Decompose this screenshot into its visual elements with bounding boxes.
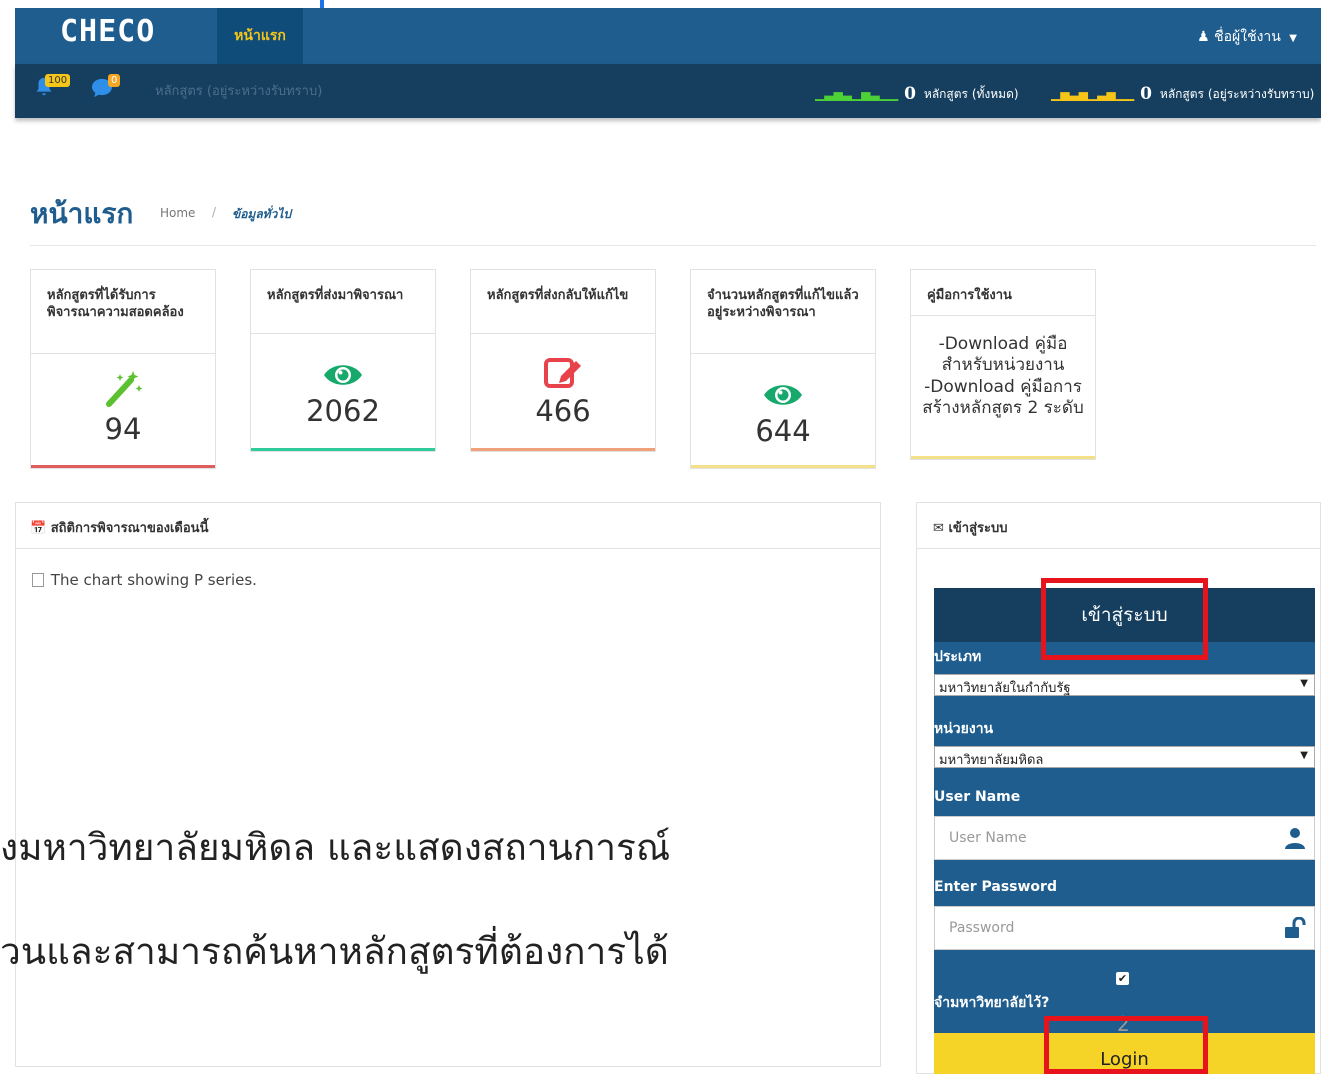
card-revised-courses[interactable]: จำนวนหลักสูตรที่แก้ไขแล้วอยู่ระหว่างพิจา… — [690, 269, 876, 469]
divider — [30, 245, 1316, 246]
caret-down-icon: ▼ — [1300, 678, 1308, 689]
caret-down-icon: ▼ — [1300, 750, 1308, 761]
overlay-caption-line-2: วนและสามารถค้นหาหลักสูตรที่ต้องการได้ — [0, 930, 669, 973]
remember-checkbox[interactable]: ✔ — [1116, 972, 1129, 985]
type-select-value: มหาวิทยาลัยในกำกับรัฐ — [939, 681, 1071, 696]
broken-image-alt: The chart showing P series. — [50, 571, 257, 589]
bar-chart-icon: ▁▅▃▅▁▃▅▁▁ — [1051, 87, 1135, 101]
stat-pending-label: หลักสูตร (อยู่ระหว่างรับทราบ) — [1159, 86, 1315, 101]
unit-select-value: มหาวิทยาลัยมหิดล — [939, 753, 1044, 768]
card-title: หลักสูตรที่ส่งกลับให้แก้ไข — [471, 270, 655, 334]
caret-down-icon: ▼ — [1289, 33, 1297, 44]
panel-title: เข้าสู่ระบบ — [948, 521, 1008, 536]
top-navbar: CHECO หน้าแรก ♟ ชื่อผู้ใช้งาน ▼ — [15, 8, 1321, 64]
unit-select[interactable]: มหาวิทยาลัยมหิดล ▼ — [934, 746, 1315, 768]
card-value: 94 — [104, 412, 142, 446]
card-value: 2062 — [306, 394, 380, 428]
panel-header: 📅 สถิติการพิจารณาของเดือนนี้ — [16, 503, 880, 549]
password-input[interactable]: Password — [934, 906, 1315, 950]
password-label: Enter Password — [934, 879, 1057, 895]
username-label: User Name — [934, 789, 1021, 805]
type-select[interactable]: มหาวิทยาลัยในกำกับรัฐ ▼ — [934, 674, 1315, 696]
user-icon — [1285, 828, 1305, 849]
top-edge-marker — [320, 0, 324, 8]
card-submitted-courses[interactable]: หลักสูตรที่ส่งมาพิจารณา 2062 — [250, 269, 436, 452]
stat-pending-value: 0 — [1140, 84, 1152, 104]
breadcrumb-separator: / — [212, 205, 217, 219]
broken-chart-image: The chart showing P series. — [32, 571, 257, 589]
stat-pending-courses: ▁▅▃▅▁▃▅▁▁ 0 หลักสูตร (อยู่ระหว่างรับทราบ… — [1051, 84, 1314, 104]
stat-all-courses: ▁▃▅▃▁▅▃▁▁ 0 หลักสูตร (ทั้งหมด) — [815, 84, 1019, 104]
breadcrumb-home[interactable]: Home — [160, 206, 195, 220]
magic-wand-icon — [106, 371, 143, 407]
card-user-manual: คู่มือการใช้งาน -Download คู่มือสำหรับหน… — [910, 269, 1096, 460]
unlock-icon — [1285, 917, 1306, 938]
unit-label: หน่วยงาน — [934, 721, 994, 737]
page-title: หน้าแรก — [30, 197, 134, 230]
logo[interactable]: CHECO — [60, 14, 155, 49]
broken-image-icon — [32, 573, 44, 587]
app-root: CHECO หน้าแรก ♟ ชื่อผู้ใช้งาน ▼ 100 0 หล… — [0, 0, 1321, 1074]
card-value: 644 — [755, 414, 811, 448]
manual-download-link-unit[interactable]: -Download คู่มือสำหรับหน่วยงาน — [921, 334, 1085, 377]
user-menu[interactable]: ♟ ชื่อผู้ใช้งาน ▼ — [1197, 26, 1297, 48]
type-label: ประเภท — [934, 649, 982, 665]
card-title: คู่มือการใช้งาน — [911, 270, 1095, 316]
eye-icon — [324, 365, 362, 385]
edit-icon — [544, 358, 581, 388]
user-menu-label: ชื่อผู้ใช้งาน — [1214, 29, 1281, 45]
stat-all-value: 0 — [904, 84, 916, 104]
calendar-icon: 📅 — [30, 521, 47, 536]
card-title: หลักสูตรที่ได้รับการพิจารณาความสอดคล้อง — [31, 270, 215, 354]
manual-download-link-course[interactable]: -Download คู่มือการสร้างหลักสูตร 2 ระดับ — [921, 377, 1085, 420]
highlight-login-title — [1041, 578, 1208, 660]
panel-title: สถิติการพิจารณาของเดือนนี้ — [50, 521, 209, 536]
card-returned-courses[interactable]: หลักสูตรที่ส่งกลับให้แก้ไข 466 — [470, 269, 656, 452]
card-title: หลักสูตรที่ส่งมาพิจารณา — [251, 270, 435, 334]
faded-pending-label: หลักสูตร (อยู่ระหว่างรับทราบ) — [155, 84, 323, 99]
panel-header: ✉ เข้าสู่ระบบ — [917, 503, 1320, 549]
card-title: จำนวนหลักสูตรที่แก้ไขแล้วอยู่ระหว่างพิจา… — [691, 270, 875, 354]
card-accent-line — [251, 448, 435, 451]
user-icon: ♟ — [1197, 29, 1210, 45]
login-form: เข้าสู่ระบบ ประเภท มหาวิทยาลัยในกำกับรัฐ… — [934, 588, 1315, 1074]
highlight-login-button — [1044, 1016, 1208, 1074]
username-input[interactable]: User Name — [934, 816, 1315, 860]
message-count-badge: 0 — [108, 74, 121, 87]
remember-label: จำมหาวิทยาลัยไว้? — [934, 995, 1050, 1011]
monthly-stats-panel: 📅 สถิติการพิจารณาของเดือนนี้ The chart s… — [15, 502, 881, 1067]
card-accent-line — [911, 456, 1095, 459]
card-accent-line — [31, 465, 215, 468]
nav-home-tab[interactable]: หน้าแรก — [217, 8, 303, 64]
card-accent-line — [691, 465, 875, 468]
status-bar: 100 0 หลักสูตร (อยู่ระหว่างรับทราบ) ▁▃▅▃… — [15, 64, 1321, 118]
card-approved-courses[interactable]: หลักสูตรที่ได้รับการพิจารณาความสอดคล้อง … — [30, 269, 216, 469]
card-value: 466 — [535, 394, 591, 428]
card-accent-line — [471, 448, 655, 451]
stat-all-label: หลักสูตร (ทั้งหมด) — [923, 86, 1019, 101]
envelope-icon: ✉ — [933, 521, 944, 536]
password-placeholder: Password — [949, 920, 1015, 936]
overlay-caption-line-1: งมหาวิทยาลัยมหิดล และแสดงสถานการณ์ — [0, 826, 671, 869]
notification-count-badge: 100 — [45, 74, 71, 87]
breadcrumb-current: ข้อมูลทั่วไป — [232, 207, 291, 221]
eye-icon — [764, 385, 802, 405]
bar-chart-icon: ▁▃▅▃▁▅▃▁▁ — [815, 87, 899, 101]
username-placeholder: User Name — [949, 830, 1027, 846]
